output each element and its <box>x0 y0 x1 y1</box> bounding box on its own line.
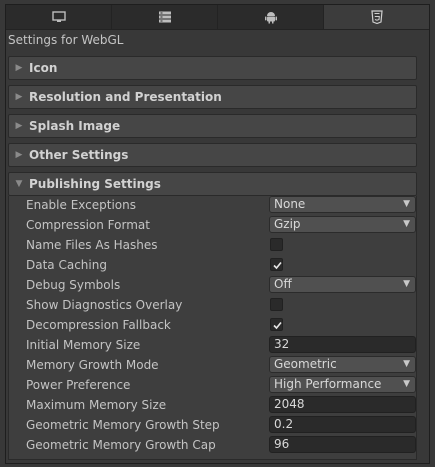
initial-memory-size-field[interactable]: 32 <box>269 336 416 353</box>
memory-growth-mode-label: Memory Growth Mode <box>26 358 159 372</box>
dropdown-value: Gzip <box>274 217 301 231</box>
section-icon[interactable]: ▶ Icon <box>8 56 417 80</box>
dropdown-arrow-icon: ▼ <box>403 379 410 389</box>
dropdown-value: Geometric <box>274 357 337 371</box>
section-label: Other Settings <box>29 148 129 162</box>
tab-standalone[interactable] <box>6 5 112 29</box>
dropdown-arrow-icon: ▼ <box>403 219 410 229</box>
data-caching-checkbox[interactable] <box>270 258 283 271</box>
maximum-memory-size-row: Maximum Memory Size 2048 <box>26 396 416 416</box>
maximum-memory-size-field[interactable]: 2048 <box>269 396 416 413</box>
enable-exceptions-label: Enable Exceptions <box>26 198 136 212</box>
section-splash-image[interactable]: ▶ Splash Image <box>8 114 417 138</box>
dropdown-arrow-icon: ▼ <box>403 279 410 289</box>
data-caching-label: Data Caching <box>26 258 107 272</box>
data-caching-row: Data Caching <box>26 256 416 276</box>
section-publishing-settings[interactable]: ▼ Publishing Settings <box>8 172 417 196</box>
html5-icon <box>370 10 383 24</box>
memory-growth-mode-dropdown[interactable]: Geometric ▼ <box>269 356 416 373</box>
dropdown-value: None <box>274 197 306 211</box>
geometric-memory-growth-step-row: Geometric Memory Growth Step 0.2 <box>26 416 416 436</box>
maximum-memory-size-label: Maximum Memory Size <box>26 398 167 412</box>
triangle-down-icon: ▼ <box>15 179 23 189</box>
name-files-as-hashes-label: Name Files As Hashes <box>26 238 158 252</box>
section-label: Splash Image <box>29 119 121 133</box>
monitor-icon <box>51 11 66 23</box>
section-label: Resolution and Presentation <box>29 90 222 104</box>
dropdown-value: High Performance <box>274 377 382 391</box>
initial-memory-size-label: Initial Memory Size <box>26 338 141 352</box>
section-other-settings[interactable]: ▶ Other Settings <box>8 143 417 167</box>
triangle-right-icon: ▶ <box>15 121 23 131</box>
dropdown-arrow-icon: ▼ <box>403 199 410 209</box>
power-preference-dropdown[interactable]: High Performance ▼ <box>269 376 416 393</box>
decompression-fallback-row: Decompression Fallback <box>26 316 416 336</box>
decompression-fallback-label: Decompression Fallback <box>26 318 171 332</box>
section-label: Publishing Settings <box>29 177 161 191</box>
checkmark-icon <box>273 261 282 270</box>
server-icon <box>158 11 172 23</box>
triangle-right-icon: ▶ <box>15 92 23 102</box>
tab-android[interactable] <box>218 5 324 29</box>
tab-dedicated-server[interactable] <box>112 5 218 29</box>
compression-format-dropdown[interactable]: Gzip ▼ <box>269 216 416 233</box>
platform-tabs <box>6 5 429 30</box>
power-preference-label: Power Preference <box>26 378 131 392</box>
triangle-right-icon: ▶ <box>15 150 23 160</box>
debug-symbols-row: Debug Symbols Off ▼ <box>26 276 416 296</box>
section-label: Icon <box>29 61 58 75</box>
initial-memory-size-row: Initial Memory Size 32 <box>26 336 416 356</box>
debug-symbols-dropdown[interactable]: Off ▼ <box>269 276 416 293</box>
show-diagnostics-overlay-label: Show Diagnostics Overlay <box>26 298 183 312</box>
checkmark-icon <box>273 321 282 330</box>
page-title: Settings for WebGL <box>8 33 124 47</box>
show-diagnostics-overlay-row: Show Diagnostics Overlay <box>26 296 416 316</box>
enable-exceptions-dropdown[interactable]: None ▼ <box>269 196 416 213</box>
show-diagnostics-overlay-checkbox[interactable] <box>270 298 283 311</box>
compression-format-row: Compression Format Gzip ▼ <box>26 216 416 236</box>
geometric-memory-growth-cap-label: Geometric Memory Growth Cap <box>26 438 216 452</box>
geometric-memory-growth-step-field[interactable]: 0.2 <box>269 416 416 433</box>
dropdown-arrow-icon: ▼ <box>403 359 410 369</box>
memory-growth-mode-row: Memory Growth Mode Geometric ▼ <box>26 356 416 376</box>
power-preference-row: Power Preference High Performance ▼ <box>26 376 416 396</box>
geometric-memory-growth-step-label: Geometric Memory Growth Step <box>26 418 220 432</box>
enable-exceptions-row: Enable Exceptions None ▼ <box>26 196 416 216</box>
compression-format-label: Compression Format <box>26 218 150 232</box>
tab-webgl[interactable] <box>324 5 429 29</box>
dropdown-value: Off <box>274 277 292 291</box>
decompression-fallback-checkbox[interactable] <box>270 318 283 331</box>
geometric-memory-growth-cap-field[interactable]: 96 <box>269 436 416 453</box>
android-icon <box>264 10 278 24</box>
name-files-as-hashes-checkbox[interactable] <box>270 238 283 251</box>
section-resolution-and-presentation[interactable]: ▶ Resolution and Presentation <box>8 85 417 109</box>
name-files-as-hashes-row: Name Files As Hashes <box>26 236 416 256</box>
debug-symbols-label: Debug Symbols <box>26 278 121 292</box>
triangle-right-icon: ▶ <box>15 63 23 73</box>
geometric-memory-growth-cap-row: Geometric Memory Growth Cap 96 <box>26 436 416 456</box>
